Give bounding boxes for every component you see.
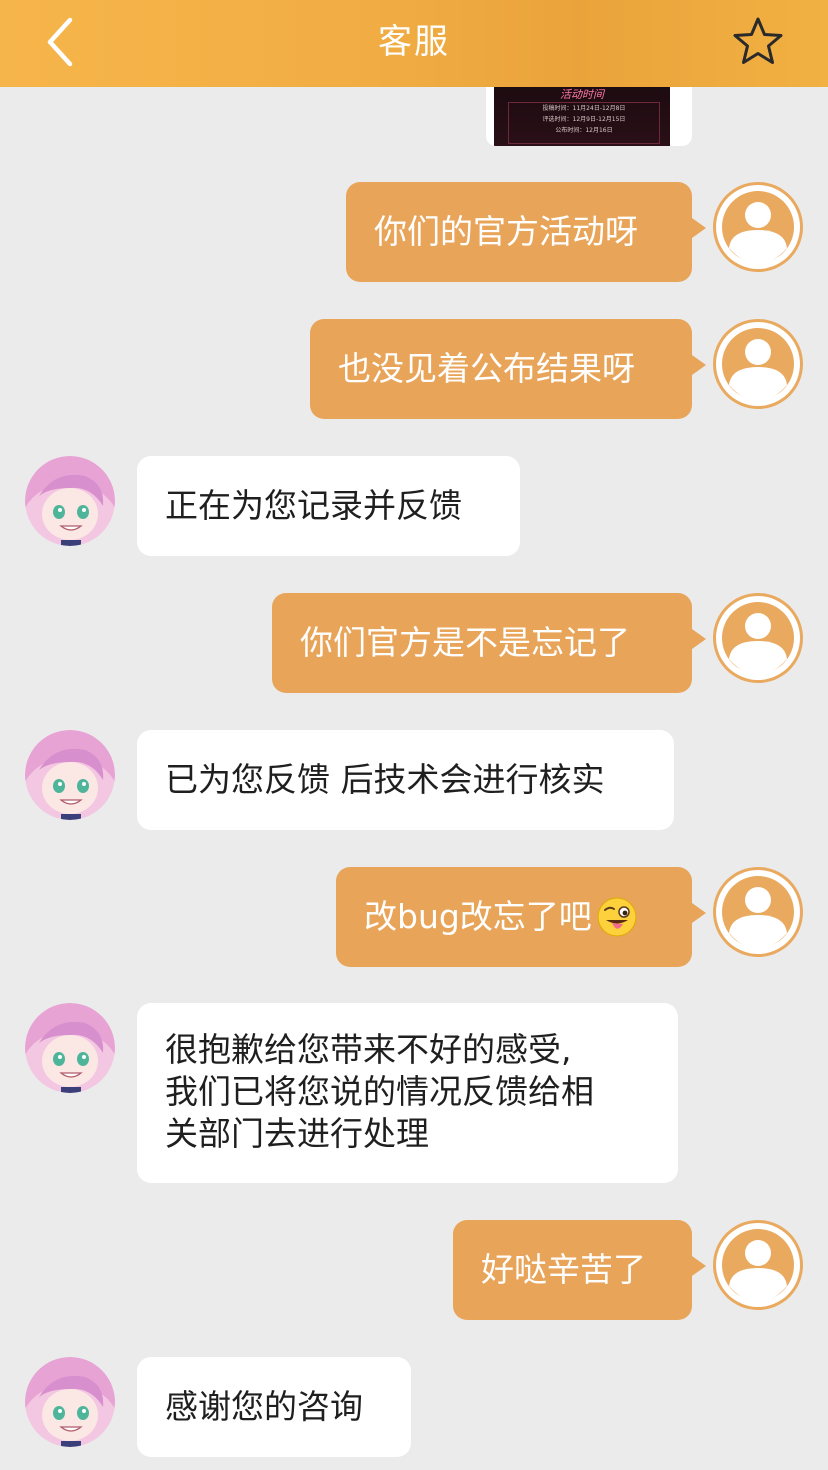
agent-avatar[interactable] bbox=[25, 456, 115, 546]
anime-girl-avatar-icon bbox=[25, 730, 115, 820]
my-message-bubble[interactable]: 你们官方是不是忘记了 bbox=[272, 593, 706, 693]
agent-avatar[interactable] bbox=[25, 1003, 115, 1093]
my-avatar[interactable] bbox=[713, 593, 803, 683]
my-message-bubble[interactable]: 改bug改忘了吧 bbox=[336, 867, 706, 967]
my-message-bubble[interactable]: 也没见着公布结果呀 bbox=[310, 319, 706, 419]
anime-girl-avatar-icon bbox=[25, 1357, 115, 1447]
winking-tongue-emoji bbox=[597, 897, 637, 937]
my-message-bubble[interactable]: 好哒辛苦了 bbox=[453, 1220, 706, 1320]
my-avatar[interactable] bbox=[713, 867, 803, 957]
poster-line: 投稿时间：11月24日-12月8日 bbox=[542, 105, 626, 112]
agent-avatar[interactable] bbox=[25, 1357, 115, 1447]
shared-image-message[interactable]: 活动时间 投稿时间：11月24日-12月8日 评选时间：12月9日-12月15日… bbox=[486, 82, 692, 146]
anime-girl-avatar-icon bbox=[25, 456, 115, 546]
poster-line: 评选时间：12月9日-12月15日 bbox=[542, 116, 626, 123]
agent-message-bubble[interactable]: 正在为您记录并反馈 bbox=[137, 456, 520, 556]
agent-message-bubble[interactable]: 很抱歉给您带来不好的感受, 我们已将您说的情况反馈给相 关部门去进行处理 bbox=[137, 1003, 678, 1183]
message-text: 正在为您记录并反馈 bbox=[165, 486, 462, 525]
user-silhouette-icon bbox=[716, 870, 800, 954]
user-silhouette-icon bbox=[716, 185, 800, 269]
poster-line: 公布时间：12月16日 bbox=[555, 127, 613, 134]
user-silhouette-icon bbox=[716, 322, 800, 406]
event-poster-image: 活动时间 投稿时间：11月24日-12月8日 评选时间：12月9日-12月15日… bbox=[494, 82, 670, 146]
message-text: 感谢您的咨询 bbox=[165, 1387, 363, 1426]
message-text: 好哒辛苦了 bbox=[481, 1250, 646, 1289]
nav-bar: 客服 bbox=[0, 0, 828, 87]
message-text: 你们官方是不是忘记了 bbox=[300, 623, 630, 662]
poster-schedule: 投稿时间：11月24日-12月8日 评选时间：12月9日-12月15日 公布时间… bbox=[508, 102, 660, 144]
message-line: 关部门去进行处理 bbox=[165, 1114, 429, 1153]
message-text: 也没见着公布结果呀 bbox=[338, 349, 635, 388]
my-avatar[interactable] bbox=[713, 319, 803, 409]
agent-avatar[interactable] bbox=[25, 730, 115, 820]
message-text: 改bug改忘了吧 bbox=[364, 897, 592, 936]
message-line: 我们已将您说的情况反馈给相 bbox=[165, 1072, 594, 1111]
poster-title: 活动时间 bbox=[560, 88, 604, 101]
favorite-button[interactable] bbox=[730, 14, 786, 70]
user-silhouette-icon bbox=[716, 1223, 800, 1307]
star-outline-icon bbox=[733, 17, 783, 64]
user-silhouette-icon bbox=[716, 596, 800, 680]
my-message-bubble[interactable]: 你们的官方活动呀 bbox=[346, 182, 706, 282]
page-title: 客服 bbox=[378, 22, 450, 62]
message-text: 已为您反馈 后技术会进行核实 bbox=[165, 760, 605, 799]
agent-message-bubble[interactable]: 感谢您的咨询 bbox=[137, 1357, 411, 1457]
anime-girl-avatar-icon bbox=[25, 1003, 115, 1093]
message-text: 你们的官方活动呀 bbox=[374, 212, 638, 251]
agent-message-bubble[interactable]: 已为您反馈 后技术会进行核实 bbox=[137, 730, 674, 830]
my-avatar[interactable] bbox=[713, 182, 803, 272]
message-line: 很抱歉给您带来不好的感受, bbox=[165, 1030, 572, 1069]
my-avatar[interactable] bbox=[713, 1220, 803, 1310]
